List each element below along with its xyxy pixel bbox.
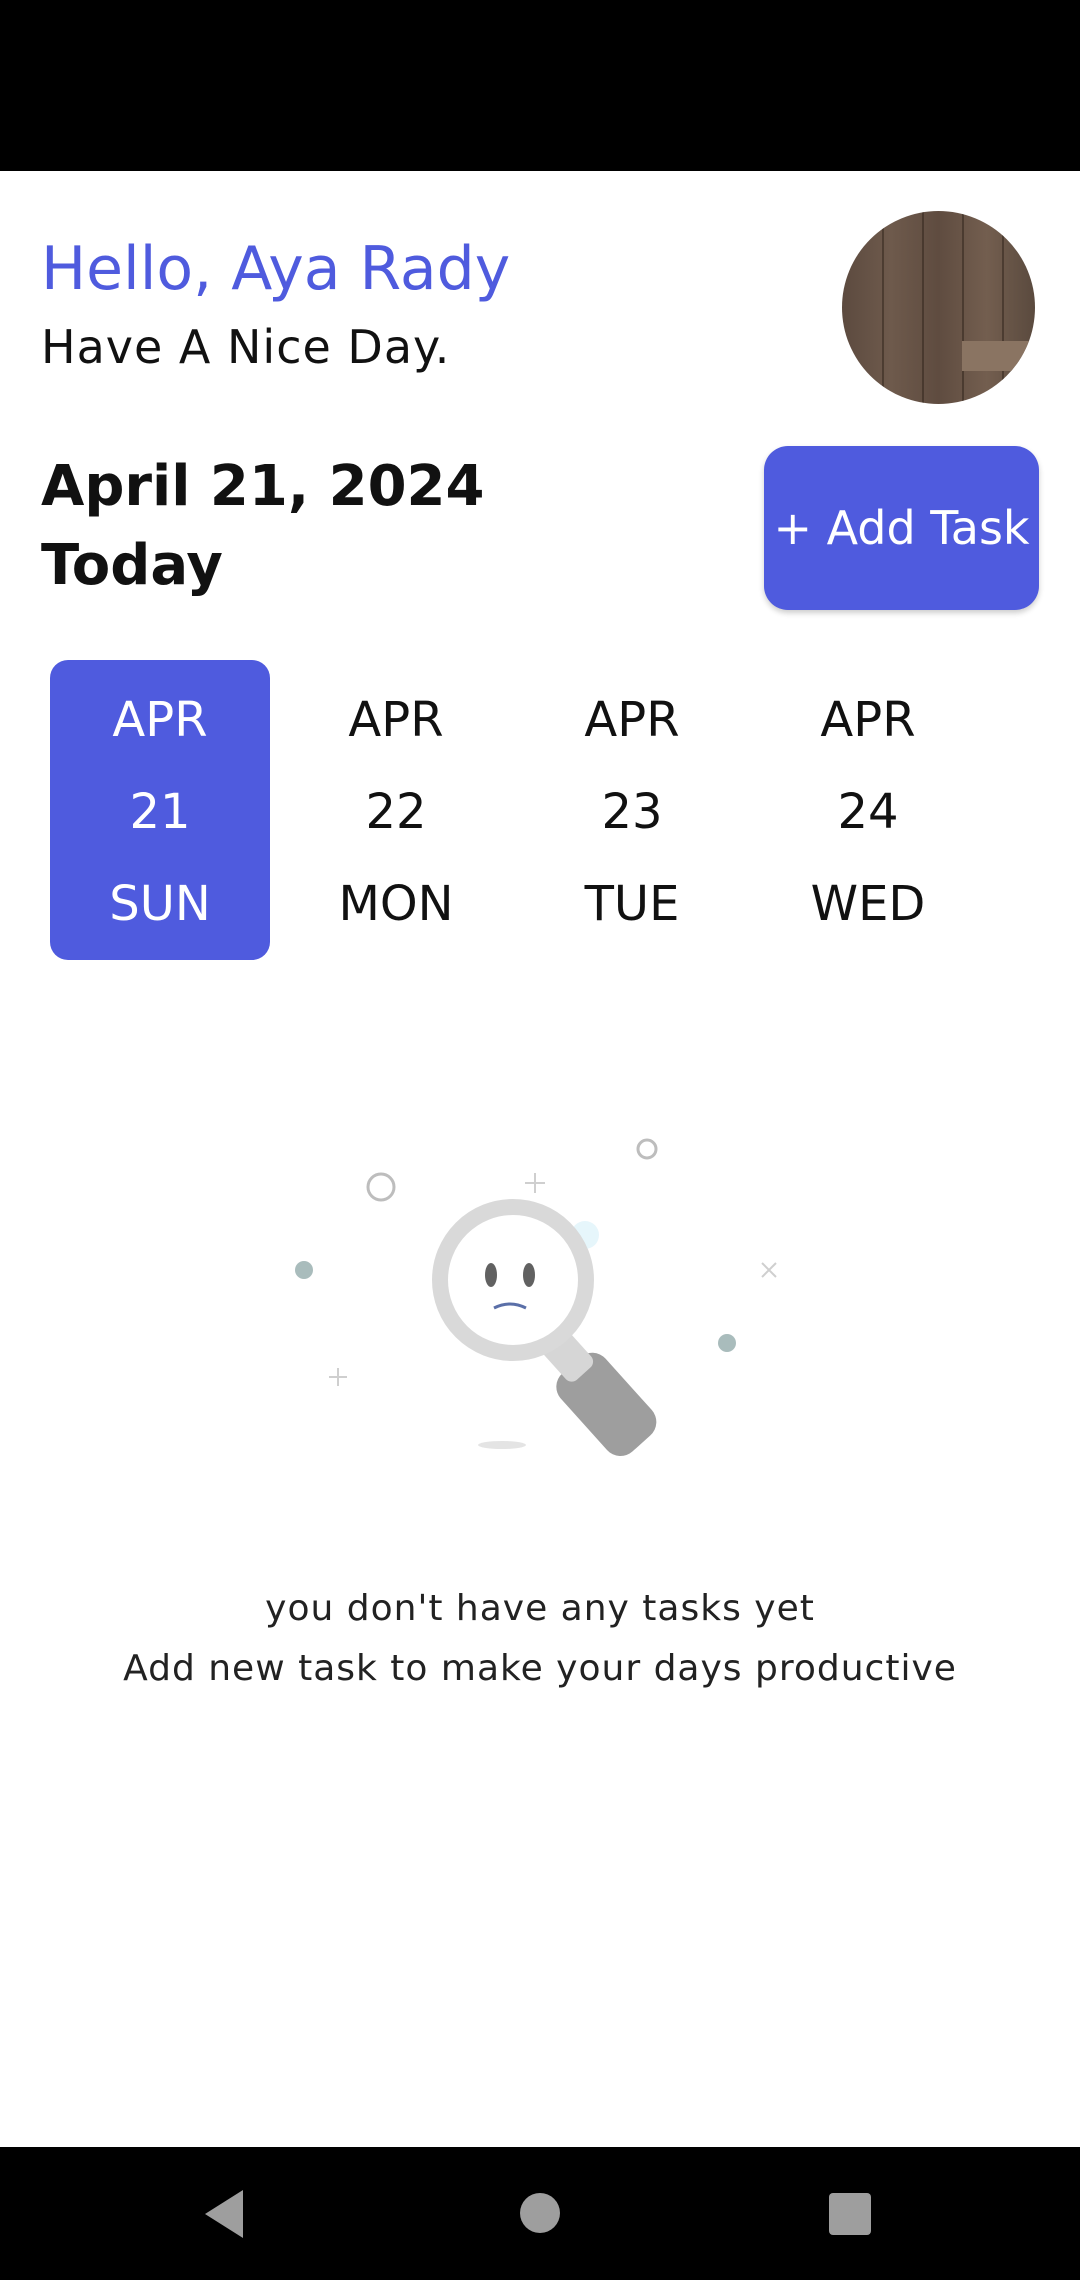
avatar-plank: [962, 211, 964, 404]
greeting-title: Hello, Aya Rady: [41, 234, 511, 304]
day-month: APR: [820, 692, 916, 748]
greeting-subtitle: Have A Nice Day.: [41, 320, 451, 374]
day-weekday: MON: [338, 876, 454, 932]
calendar-day-24[interactable]: APR 24 WED: [758, 660, 978, 960]
status-bar: [0, 0, 1080, 171]
calendar-day-23[interactable]: APR 23 TUE: [522, 660, 742, 960]
empty-state-title: you don't have any tasks yet: [265, 1588, 815, 1629]
current-date: April 21, 2024: [41, 454, 485, 519]
day-month: APR: [348, 692, 444, 748]
empty-state-subtitle: Add new task to make your days productiv…: [123, 1648, 957, 1689]
day-number: 24: [837, 784, 899, 840]
day-month: APR: [584, 692, 680, 748]
home-icon[interactable]: [520, 2193, 560, 2233]
day-number: 23: [601, 784, 663, 840]
add-task-button[interactable]: + Add Task: [764, 446, 1039, 610]
day-weekday: SUN: [109, 876, 211, 932]
calendar-day-22[interactable]: APR 22 MON: [286, 660, 506, 960]
calendar-day-21[interactable]: APR 21 SUN: [50, 660, 270, 960]
sad-magnifier-icon: [295, 1138, 777, 1457]
day-weekday: WED: [810, 876, 926, 932]
back-icon[interactable]: [205, 2190, 243, 2238]
recents-icon[interactable]: [829, 2193, 871, 2235]
day-number: 21: [129, 784, 191, 840]
day-number: 22: [365, 784, 427, 840]
day-month: APR: [112, 692, 208, 748]
avatar-plank: [922, 211, 924, 404]
day-weekday: TUE: [584, 876, 680, 932]
avatar-shelf: [962, 341, 1035, 371]
avatar-plank: [1002, 211, 1004, 404]
avatar[interactable]: [842, 211, 1035, 404]
today-label: Today: [41, 533, 223, 598]
avatar-plank: [882, 211, 884, 404]
